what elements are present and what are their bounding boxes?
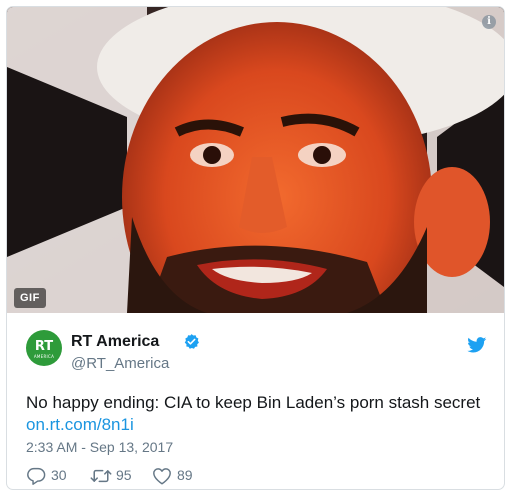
tweet-card[interactable]: GIF i RT AMERICA RT America @RT_America … — [6, 6, 505, 490]
tweet-timestamp[interactable]: 2:33 AM - Sep 13, 2017 — [26, 439, 173, 455]
like-count: 89 — [177, 467, 193, 483]
tweet-body: RT AMERICA RT America @RT_America No hap… — [7, 313, 504, 489]
avatar[interactable]: RT AMERICA — [26, 330, 62, 366]
tweet-link[interactable]: on.rt.com/8n1i — [26, 414, 134, 436]
retweet-count: 95 — [116, 467, 132, 483]
gif-frame-image — [7, 7, 504, 313]
author-name[interactable]: RT America — [71, 333, 159, 351]
author-handle[interactable]: @RT_America — [71, 355, 169, 372]
reply-count: 30 — [51, 467, 67, 483]
gif-badge: GIF — [14, 288, 46, 308]
verified-badge-icon — [184, 334, 199, 349]
reply-button[interactable]: 30 — [26, 466, 76, 486]
avatar-logo-subtext: AMERICA — [33, 354, 55, 359]
info-icon[interactable]: i — [482, 15, 496, 29]
gif-media[interactable]: GIF i — [7, 7, 504, 313]
heart-icon — [153, 468, 171, 485]
twitter-bird-icon[interactable] — [467, 337, 487, 353]
retweet-icon — [90, 469, 112, 483]
reply-icon — [27, 467, 46, 485]
avatar-logo-text: RT — [34, 339, 54, 354]
like-button[interactable]: 89 — [152, 466, 202, 486]
tweet-text: No happy ending: CIA to keep Bin Laden’s… — [26, 393, 481, 412]
retweet-button[interactable]: 95 — [90, 466, 145, 486]
